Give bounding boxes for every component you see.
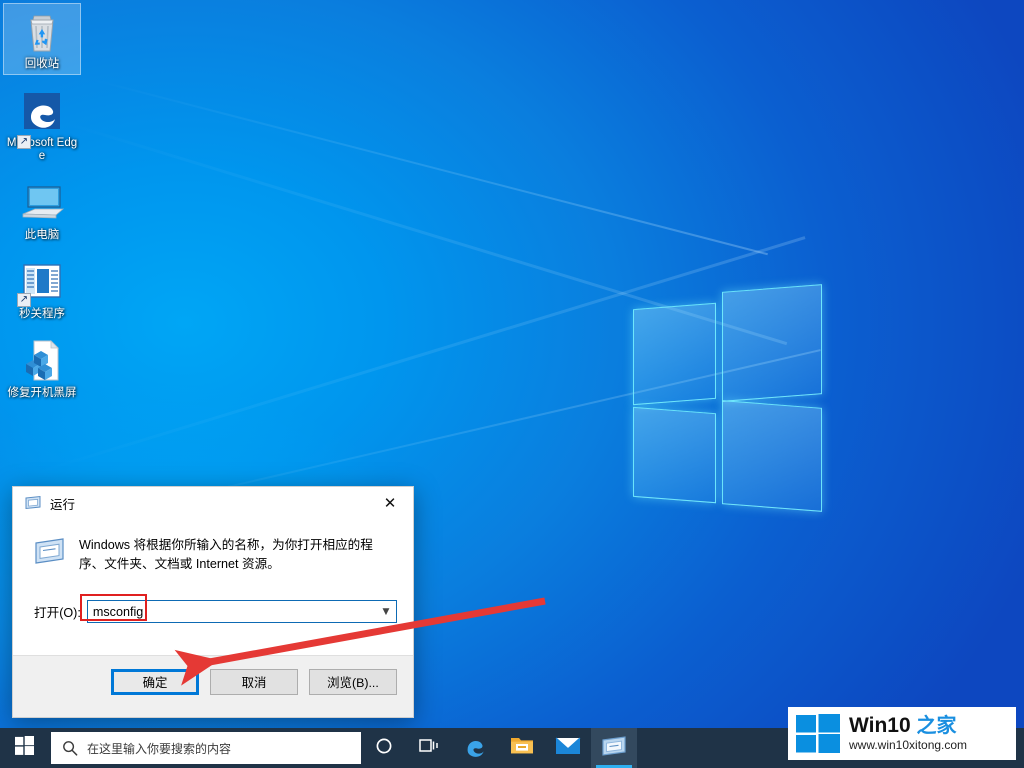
file-explorer-icon bbox=[510, 735, 534, 761]
mail-envelope-icon bbox=[555, 736, 581, 761]
windows-logo-icon bbox=[796, 713, 840, 754]
ok-button[interactable]: 确定 bbox=[111, 668, 199, 695]
desktop-icon-label: 回收站 bbox=[24, 58, 60, 70]
cancel-button[interactable]: 取消 bbox=[210, 668, 298, 695]
desktop-icon-program-window[interactable]: ↗ 秒关程序 bbox=[4, 254, 80, 324]
watermark-title-en: Win10 bbox=[849, 714, 911, 737]
microsoft-edge-icon bbox=[464, 734, 488, 763]
cortana-circle-icon bbox=[375, 737, 393, 760]
open-input[interactable] bbox=[87, 601, 376, 622]
taskbar-search-box[interactable]: 在这里输入你要搜索的内容 bbox=[51, 732, 361, 764]
watermark-title: Win10 之家 bbox=[849, 714, 967, 738]
run-dialog-description-row: Windows 将根据你所输入的名称，为你打开相应的程序、文件夹、文档或 Int… bbox=[29, 527, 397, 574]
hero-pane-bottom-right bbox=[722, 400, 822, 512]
run-dialog-description: Windows 将根据你所输入的名称，为你打开相应的程序、文件夹、文档或 Int… bbox=[79, 538, 373, 571]
desktop-icon-recycle-bin[interactable]: 回收站 bbox=[3, 3, 81, 75]
microsoft-edge-icon bbox=[4, 87, 80, 135]
hero-pane-top-right bbox=[722, 284, 822, 402]
wallpaper-light-ray bbox=[89, 78, 768, 256]
browse-button[interactable]: 浏览(B)... bbox=[309, 668, 397, 695]
taskbar-button-run[interactable] bbox=[591, 728, 637, 768]
desktop-icon-label: Microsoft Edge bbox=[6, 137, 78, 162]
start-button[interactable] bbox=[0, 728, 48, 768]
run-dialog-title-bar: 运行 ✕ bbox=[13, 487, 413, 519]
taskbar-button-task-view[interactable] bbox=[407, 728, 453, 768]
open-combobox[interactable]: ▼ bbox=[86, 600, 397, 623]
watermark-texts: Win10 之家 www.win10xitong.com bbox=[849, 714, 967, 753]
program-window-icon bbox=[4, 258, 80, 306]
desktop-icon-label: 修复开机黑屏 bbox=[7, 387, 77, 399]
shortcut-overlay-icon: ↗ bbox=[17, 135, 31, 149]
run-window-icon bbox=[601, 735, 627, 762]
desktop-icon-list: 回收站 ↗ Microsoft Edge 此电脑 ↗ 秒关程序 修复开机黑屏 bbox=[3, 3, 81, 412]
this-pc-icon bbox=[4, 179, 80, 227]
shortcut-overlay-icon: ↗ bbox=[17, 293, 31, 307]
hero-pane-top-left bbox=[633, 302, 716, 406]
windows-hero-logo bbox=[633, 284, 825, 512]
watermark-url: www.win10xitong.com bbox=[849, 738, 968, 752]
chevron-down-icon[interactable]: ▼ bbox=[376, 601, 396, 622]
desktop-icon-fix-black-screen[interactable]: 修复开机黑屏 bbox=[4, 333, 80, 403]
taskbar-button-mail[interactable] bbox=[545, 728, 591, 768]
watermark-title-cn: 之家 bbox=[916, 715, 957, 737]
taskbar-button-cortana[interactable] bbox=[361, 728, 407, 768]
recycle-bin-icon bbox=[4, 8, 80, 56]
run-dialog-body: Windows 将根据你所输入的名称，为你打开相应的程序、文件夹、文档或 Int… bbox=[13, 519, 413, 623]
hero-pane-bottom-left bbox=[633, 406, 716, 504]
search-placeholder-text: 在这里输入你要搜索的内容 bbox=[87, 741, 232, 756]
task-view-icon bbox=[419, 737, 441, 760]
desktop-icon-microsoft-edge[interactable]: ↗ Microsoft Edge bbox=[4, 83, 80, 166]
open-field-label: 打开(O): bbox=[34, 606, 81, 620]
desktop-icon-label: 此电脑 bbox=[24, 229, 60, 241]
run-dialog-footer: 确定 取消 浏览(B)... bbox=[13, 655, 413, 717]
blue-cubes-document-icon bbox=[4, 337, 80, 385]
site-watermark: Win10 之家 www.win10xitong.com bbox=[788, 707, 1016, 760]
taskbar-button-edge[interactable] bbox=[453, 728, 499, 768]
desktop-icon-label: 秒关程序 bbox=[19, 308, 65, 320]
close-icon[interactable]: ✕ bbox=[367, 488, 413, 519]
desktop-icon-this-pc[interactable]: 此电脑 bbox=[4, 175, 80, 245]
run-window-icon bbox=[24, 495, 42, 511]
search-icon bbox=[62, 740, 78, 756]
desktop-screen: 回收站 ↗ Microsoft Edge 此电脑 ↗ 秒关程序 修复开机黑屏 运… bbox=[0, 0, 1024, 768]
windows-logo-icon bbox=[14, 736, 34, 760]
run-dialog-open-row: 打开(O): ▼ bbox=[29, 600, 397, 623]
run-window-icon bbox=[34, 537, 66, 567]
run-dialog-title: 运行 bbox=[50, 497, 76, 512]
run-dialog: 运行 ✕ Windows 将根据你所输入的名称，为你打开相应的程序、文件夹、文档… bbox=[12, 486, 414, 718]
taskbar-button-file-explorer[interactable] bbox=[499, 728, 545, 768]
